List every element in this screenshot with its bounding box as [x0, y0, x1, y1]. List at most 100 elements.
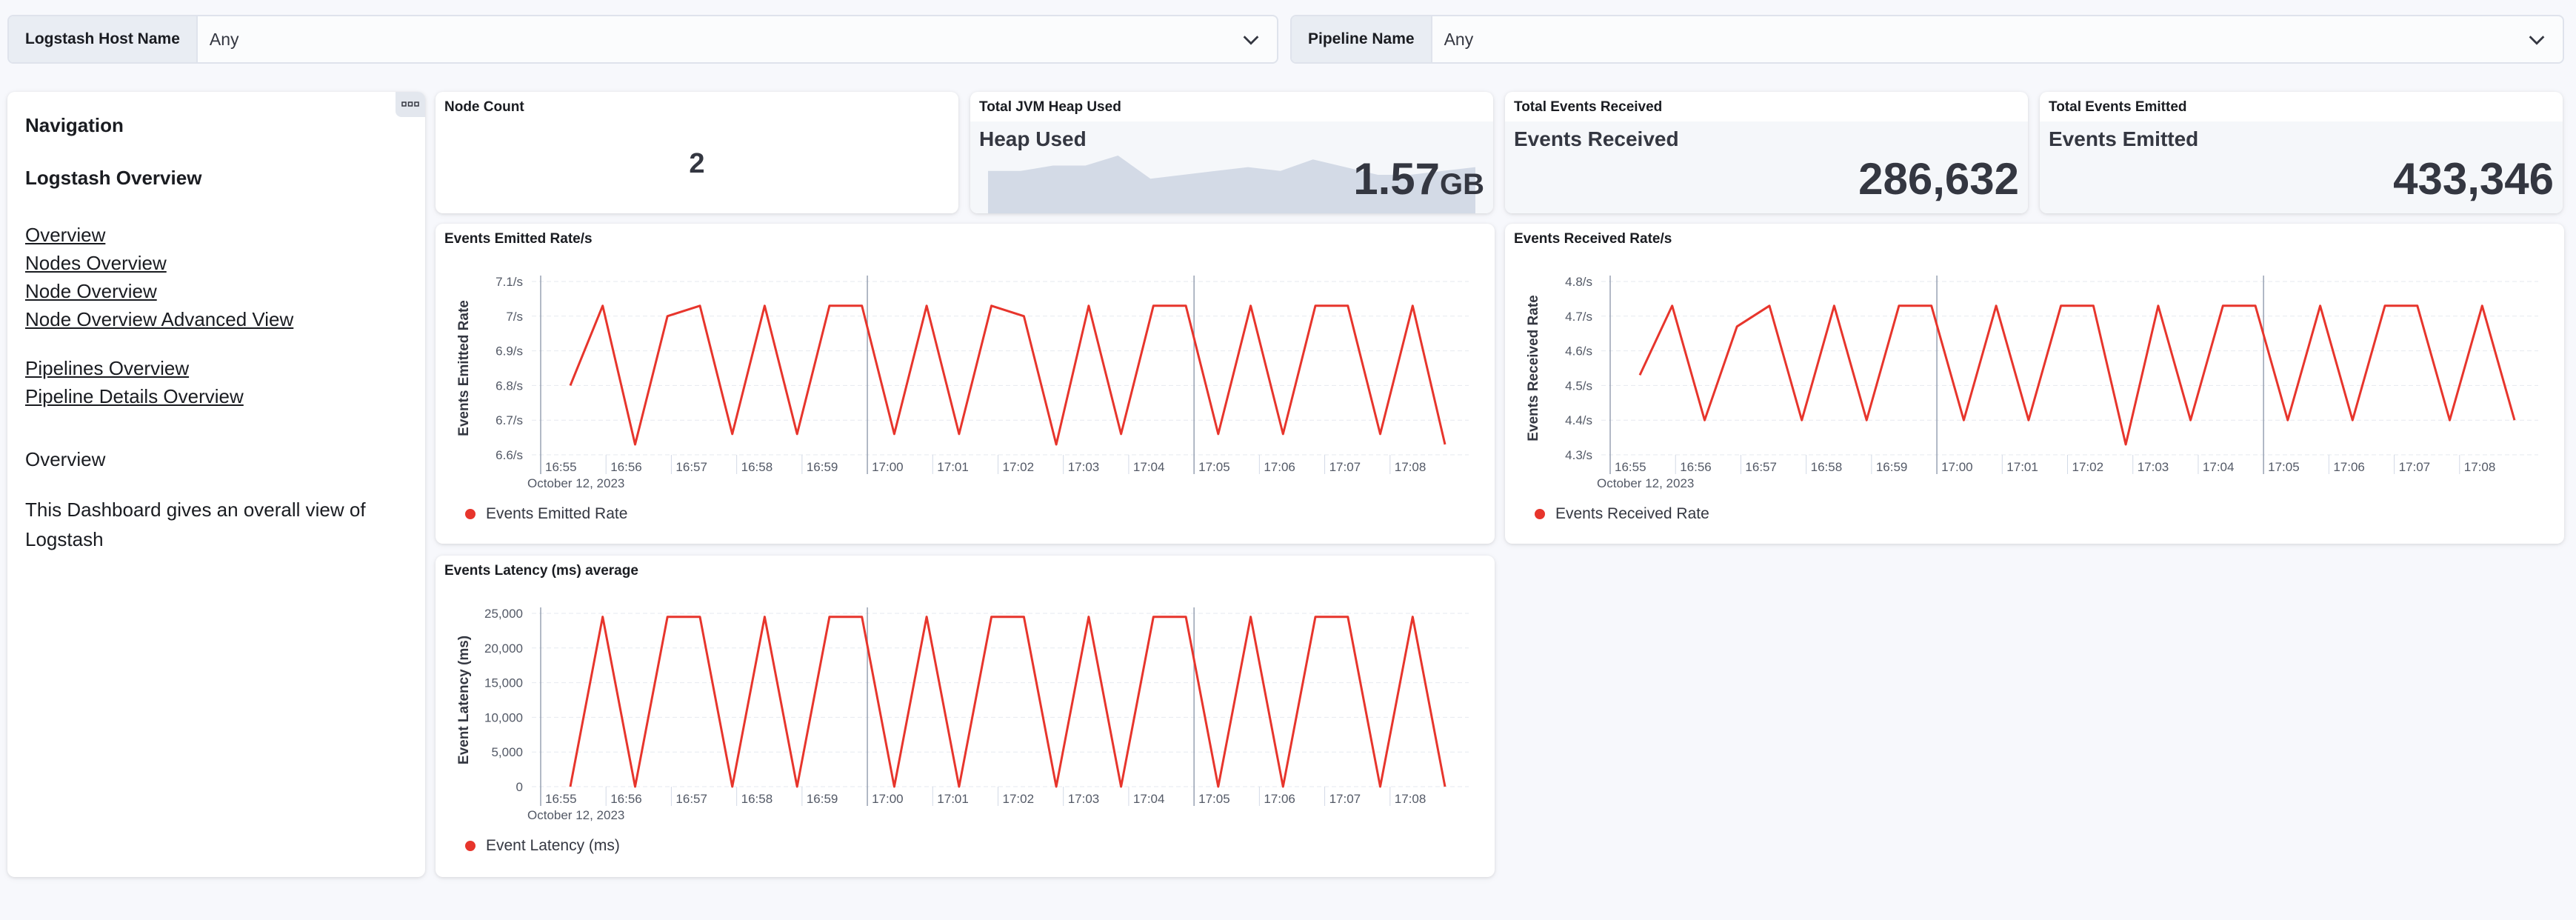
- x-tick-label: 16:59: [807, 460, 838, 474]
- x-tick-label: 17:06: [1264, 460, 1295, 474]
- host-name-select[interactable]: Any: [198, 16, 1277, 62]
- host-name-filter-label: Logstash Host Name: [9, 16, 198, 62]
- y-axis-title: Event Latency (ms): [456, 636, 472, 764]
- events-emitted-rate-panel: Events Emitted Rate/s 6.6/s 6.7/s 6.8/s 6.9…: [436, 224, 1495, 544]
- x-tick-label: 17:08: [1395, 792, 1427, 806]
- x-tick-label: 16:55: [1615, 460, 1646, 474]
- x-tick-label: 16:56: [610, 460, 642, 474]
- x-tick-label: 17:08: [2464, 460, 2496, 474]
- x-tick-label: 16:57: [675, 792, 707, 806]
- x-tick-label: 17:02: [1003, 792, 1035, 806]
- chart-legend[interactable]: Events Received Rate: [1535, 505, 1709, 523]
- x-tick-label: 17:08: [1395, 460, 1427, 474]
- ellipsis-icon: [401, 101, 419, 107]
- nav-link-pipelines-overview[interactable]: Pipelines Overview: [25, 354, 407, 382]
- x-tick-label: 16:55: [545, 460, 577, 474]
- legend-label: Events Emitted Rate: [486, 505, 628, 522]
- heap-label: Heap Used: [979, 127, 1087, 150]
- host-name-filter[interactable]: Logstash Host Name Any: [7, 15, 1278, 64]
- nav-link-pipeline-details[interactable]: Pipeline Details Overview: [25, 382, 407, 410]
- events-latency-chart: 0 5,000 10,000 15,000 20,000 25,000 Event Late…: [456, 607, 1469, 822]
- y-axis-title: Events Received Rate: [1526, 295, 1541, 441]
- x-tick-label: 17:05: [1198, 792, 1230, 806]
- events-emitted-value: 433,346: [2393, 154, 2554, 204]
- x-tick-label: 17:02: [2072, 460, 2104, 474]
- x-tick-label: 17:02: [1003, 460, 1035, 474]
- heap-value: 1.57: [1353, 154, 1440, 204]
- chevron-down-icon[interactable]: [2526, 28, 2548, 50]
- node-count-panel: Node Count 2: [436, 92, 958, 213]
- y-tick-label: 6.9/s: [495, 344, 523, 359]
- nav-link-node-overview[interactable]: Node Overview: [25, 277, 407, 305]
- y-tick-label: 4.4/s: [1565, 413, 1592, 427]
- nav-link-node-overview-advanced[interactable]: Node Overview Advanced View: [25, 305, 407, 333]
- x-tick-label: 16:58: [741, 460, 773, 474]
- x-tick-label: 16:57: [675, 460, 707, 474]
- nav-link-overview[interactable]: Overview: [25, 221, 407, 249]
- legend-label: Event Latency (ms): [486, 837, 620, 854]
- x-tick-label: 17:07: [1329, 792, 1361, 806]
- x-date-label: October 12, 2023: [527, 808, 624, 822]
- events-emitted-rate-chart: 6.6/s 6.7/s 6.8/s 6.9/s 7/s 7.1/s Events Emitt…: [456, 275, 1469, 490]
- x-tick-label: 16:55: [545, 792, 577, 806]
- node-count-value: 2: [689, 148, 705, 179]
- nav-links-group-2: Pipelines Overview Pipeline Details Over…: [25, 354, 407, 410]
- y-tick-label: 10,000: [484, 710, 523, 724]
- y-tick-label: 6.6/s: [495, 448, 523, 462]
- nav-link-nodes-overview[interactable]: Nodes Overview: [25, 249, 407, 277]
- y-tick-label: 4.3/s: [1565, 448, 1592, 462]
- y-tick-label: 7.1/s: [495, 275, 523, 289]
- heap-panel: Total JVM Heap Used Heap Used 1.57GB: [970, 92, 1493, 213]
- series-line: [1638, 304, 2516, 446]
- y-tick-label: 4.6/s: [1565, 344, 1592, 359]
- x-tick-label: 16:56: [1680, 460, 1712, 474]
- x-tick-label: 17:01: [937, 460, 969, 474]
- legend-swatch: [465, 841, 476, 851]
- navigation-heading: Logstash Overview: [25, 167, 202, 189]
- y-tick-label: 15,000: [484, 676, 523, 690]
- pipeline-name-filter[interactable]: Pipeline Name Any: [1290, 15, 2564, 64]
- events-received-rate-panel: Events Received Rate/s 4.3/s 4.4/s 4.5/s 4.…: [1505, 224, 2564, 544]
- navigation-title: Navigation: [25, 114, 124, 136]
- x-tick-label: 17:00: [872, 460, 904, 474]
- events-emitted-panel: Total Events Emitted Events Emitted 433,…: [2040, 92, 2563, 213]
- y-tick-label: 4.5/s: [1565, 379, 1592, 393]
- y-tick-label: 6.7/s: [495, 413, 523, 427]
- heap-title: Total JVM Heap Used: [979, 99, 1121, 115]
- x-tick-label: 17:00: [872, 792, 904, 806]
- x-tick-label: 16:59: [1876, 460, 1908, 474]
- events-emitted-title: Total Events Emitted: [2049, 99, 2187, 115]
- x-tick-label: 17:06: [1264, 792, 1295, 806]
- chevron-down-icon[interactable]: [1240, 28, 1262, 50]
- y-tick-label: 20,000: [484, 641, 523, 656]
- node-count-title: Node Count: [444, 99, 524, 115]
- nav-links-group-1: Overview Nodes Overview Node Overview No…: [25, 221, 407, 333]
- x-tick-label: 17:05: [1198, 460, 1230, 474]
- y-tick-label: 25,000: [484, 607, 523, 621]
- pipeline-name-select[interactable]: Any: [1432, 16, 2563, 62]
- x-tick-label: 17:03: [1068, 792, 1100, 806]
- events-received-rate-chart: 4.3/s 4.4/s 4.5/s 4.6/s 4.7/s 4.8/s Events Rec…: [1526, 275, 2538, 490]
- legend-swatch: [1535, 509, 1545, 519]
- chart-legend[interactable]: Event Latency (ms): [465, 837, 620, 855]
- x-tick-label: 17:04: [2203, 460, 2235, 474]
- series-line: [569, 616, 1447, 788]
- y-tick-label: 6.8/s: [495, 379, 523, 393]
- x-tick-label: 17:00: [1941, 460, 1973, 474]
- nav-section-title: Overview: [25, 448, 106, 470]
- series-line: [569, 304, 1447, 446]
- chart-legend[interactable]: Events Emitted Rate: [465, 505, 627, 523]
- pipeline-name-filter-label: Pipeline Name: [1292, 16, 1432, 62]
- y-axis-title: Events Emitted Rate: [456, 300, 472, 436]
- x-tick-label: 16:56: [610, 792, 642, 806]
- y-tick-label: 5,000: [491, 745, 523, 759]
- events-received-value: 286,632: [1858, 154, 2019, 204]
- x-tick-label: 17:01: [937, 792, 969, 806]
- x-date-label: October 12, 2023: [1597, 476, 1694, 490]
- heap-unit: GB: [1440, 168, 1484, 201]
- x-tick-label: 17:07: [1329, 460, 1361, 474]
- legend-swatch: [465, 509, 476, 519]
- events-received-label: Events Received: [1514, 127, 1679, 150]
- events-received-title: Total Events Received: [1514, 99, 1663, 115]
- x-date-label: October 12, 2023: [527, 476, 624, 490]
